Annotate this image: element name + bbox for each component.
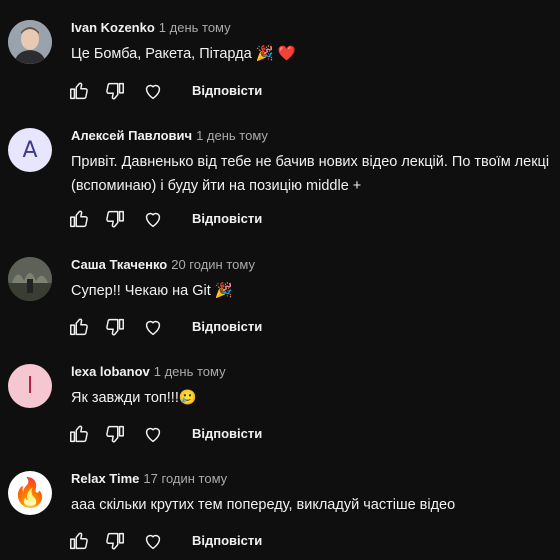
avatar-letter: l: [26, 373, 34, 399]
comment-actions: Відповісти: [68, 80, 328, 102]
heart-icon[interactable]: [142, 316, 164, 338]
author-name[interactable]: Ivan Kozenko: [71, 20, 155, 35]
reply-button[interactable]: Відповісти: [192, 211, 262, 226]
thumbs-up-icon[interactable]: [68, 80, 90, 102]
avatar[interactable]: A: [8, 128, 52, 172]
comment-text: Привіт. Давненько від тебе не бачив нови…: [71, 150, 560, 198]
comment-header: Relax Time 17 годин тому: [71, 471, 227, 487]
thumbs-down-icon[interactable]: [104, 208, 126, 230]
comment-text-line: ааа скільки крутих тем попереду, викладу…: [71, 497, 456, 513]
comment-text-line: Це Бомба, Ракета, Пітарда 🎉 ❤️: [71, 46, 296, 62]
comment-text-line: Супер!! Чекаю на Git 🎉: [71, 283, 233, 299]
heart-icon[interactable]: [142, 80, 164, 102]
comment-actions: Відповісти: [68, 208, 328, 230]
comment-text: Це Бомба, Ракета, Пітарда 🎉 ❤️: [71, 42, 560, 66]
reply-button[interactable]: Відповісти: [192, 426, 262, 441]
reply-button[interactable]: Відповісти: [192, 533, 262, 548]
comment-text-line: Як завжди топ!!!🥲: [71, 390, 197, 406]
thumbs-down-icon[interactable]: [104, 530, 126, 552]
author-name[interactable]: Алексей Павлович: [71, 128, 192, 143]
comment-time[interactable]: 1 день тому: [196, 128, 268, 143]
avatar-letter: A: [22, 137, 38, 163]
comment-text-line: (вспоминаю) і буду йти на позицію middle…: [71, 178, 362, 194]
thumbs-up-icon[interactable]: [68, 316, 90, 338]
avatar[interactable]: [8, 20, 52, 64]
reply-button[interactable]: Відповісти: [192, 319, 262, 334]
thumbs-up-icon[interactable]: [68, 208, 90, 230]
comment-time[interactable]: 1 день тому: [154, 364, 226, 379]
avatar[interactable]: l: [8, 364, 52, 408]
avatar-photo: [8, 20, 52, 64]
comment-header: Саша Ткаченко 20 годин тому: [71, 257, 255, 273]
comment-text-line: Привіт. Давненько від тебе не бачив нови…: [71, 154, 550, 170]
thumbs-down-icon[interactable]: [104, 423, 126, 445]
fire-icon: 🔥: [12, 477, 48, 508]
avatar[interactable]: [8, 257, 52, 301]
comment-time[interactable]: 17 годин тому: [143, 471, 227, 486]
author-name[interactable]: lexa lobanov: [71, 364, 150, 379]
author-name[interactable]: Саша Ткаченко: [71, 257, 167, 272]
comment-text: Як завжди топ!!!🥲: [71, 386, 560, 410]
thumbs-up-icon[interactable]: [68, 530, 90, 552]
comment-header: Алексей Павлович 1 день тому: [71, 128, 268, 144]
avatar-photo: [8, 257, 52, 301]
author-name[interactable]: Relax Time: [71, 471, 139, 486]
comment-actions: Відповісти: [68, 423, 328, 445]
comment-header: Ivan Kozenko 1 день тому: [71, 20, 231, 36]
reply-button[interactable]: Відповісти: [192, 83, 262, 98]
thumbs-up-icon[interactable]: [68, 423, 90, 445]
avatar[interactable]: 🔥: [8, 471, 52, 515]
thumbs-down-icon[interactable]: [104, 316, 126, 338]
comment-actions: Відповісти: [68, 316, 328, 338]
comment-time[interactable]: 20 годин тому: [171, 257, 255, 272]
thumbs-down-icon[interactable]: [104, 80, 126, 102]
heart-icon[interactable]: [142, 208, 164, 230]
comment-text: ааа скільки крутих тем попереду, викладу…: [71, 493, 560, 517]
comment-actions: Відповісти: [68, 530, 328, 552]
heart-icon[interactable]: [142, 423, 164, 445]
comment-header: lexa lobanov 1 день тому: [71, 364, 226, 380]
comment-text: Супер!! Чекаю на Git 🎉: [71, 279, 560, 303]
heart-icon[interactable]: [142, 530, 164, 552]
comment-time[interactable]: 1 день тому: [159, 20, 231, 35]
